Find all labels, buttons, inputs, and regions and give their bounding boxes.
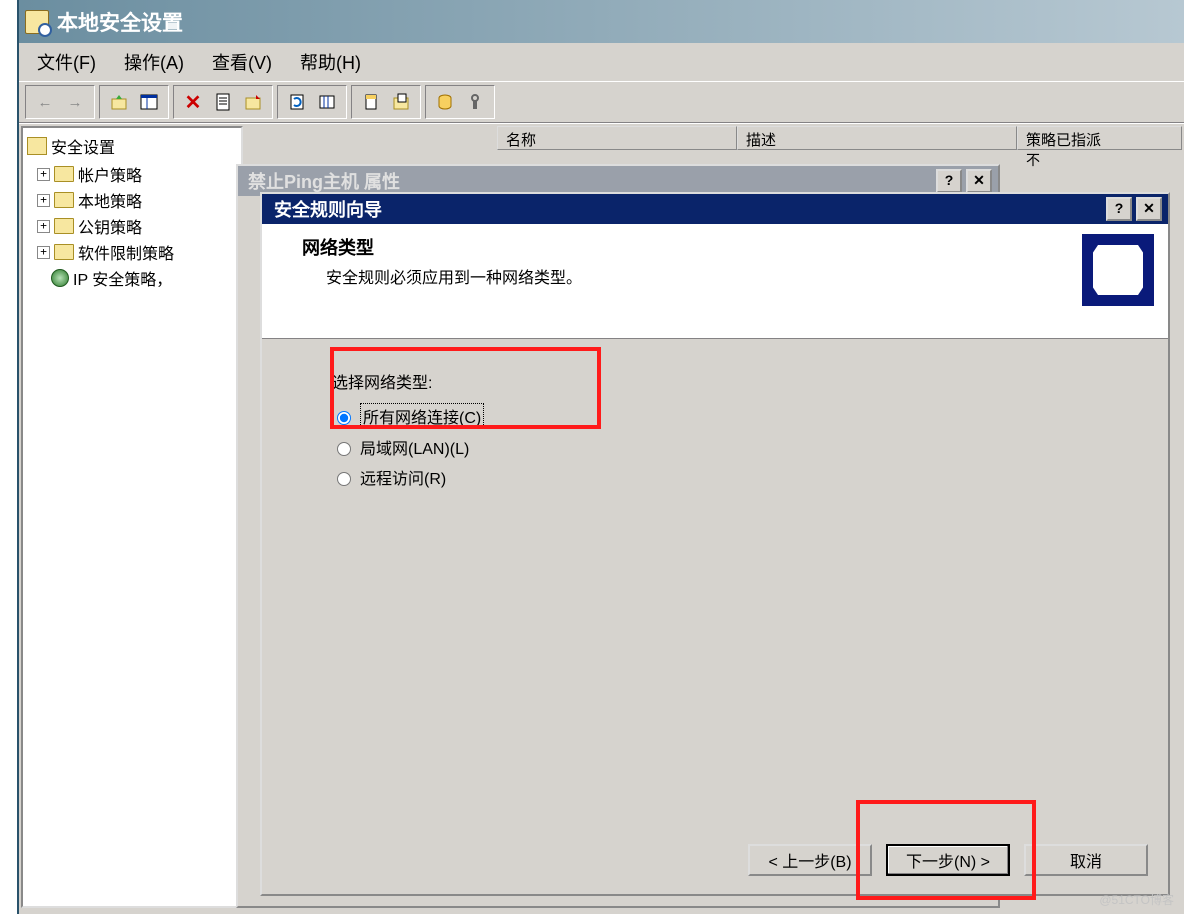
menu-view[interactable]: 查看(V) (212, 49, 272, 75)
group-label: 选择网络类型: (332, 369, 1098, 393)
tree-item-local[interactable]: + 本地策略 (37, 188, 237, 212)
expander-icon[interactable]: + (37, 220, 50, 233)
wizard-titlebar[interactable]: 安全规则向导 ? ✕ (262, 194, 1168, 224)
doc-open-icon[interactable] (388, 89, 414, 115)
wizard-footer: < 上一步(B) 下一步(N) > 取消 (748, 844, 1148, 876)
refresh-icon[interactable] (284, 89, 310, 115)
radio-lan[interactable]: 局域网(LAN)(L) (332, 435, 1098, 459)
radio-remote[interactable]: 远程访问(R) (332, 465, 1098, 489)
wizard-heading: 网络类型 (302, 234, 582, 260)
close-button[interactable]: ✕ (1136, 197, 1162, 221)
tree-item-software[interactable]: + 软件限制策略 (37, 240, 237, 264)
forward-button[interactable]: → (62, 89, 88, 115)
panels-icon[interactable] (136, 89, 162, 115)
delete-button[interactable]: ✕ (180, 89, 206, 115)
menu-file[interactable]: 文件(F) (37, 49, 96, 75)
help-button[interactable]: ? (1106, 197, 1132, 221)
folder-icon (54, 192, 74, 208)
cancel-button[interactable]: 取消 (1024, 844, 1148, 876)
radio-all-input[interactable] (337, 411, 351, 425)
app-titlebar: 本地安全设置 (19, 0, 1184, 43)
wizard-header: 网络类型 安全规则必须应用到一种网络类型。 (262, 224, 1168, 339)
menubar: 文件(F) 操作(A) 查看(V) 帮助(H) (19, 43, 1184, 81)
shield-folder-icon (27, 137, 47, 155)
radio-lan-input[interactable] (337, 442, 351, 456)
expander-icon[interactable]: + (37, 168, 50, 181)
back-button[interactable]: < 上一步(B) (748, 844, 872, 876)
properties-icon[interactable] (210, 89, 236, 115)
folder-icon (54, 218, 74, 234)
globe-icon (51, 269, 69, 287)
next-button[interactable]: 下一步(N) > (886, 844, 1010, 876)
watermark: @51CTO博客 (1099, 891, 1174, 908)
expander-icon[interactable]: + (37, 246, 50, 259)
columns-icon[interactable] (314, 89, 340, 115)
tree-root[interactable]: 安全设置 (27, 134, 237, 158)
col-name[interactable]: 名称 (497, 126, 737, 150)
wizard-subheading: 安全规则必须应用到一种网络类型。 (326, 264, 582, 288)
toolbar: ← → ✕ (19, 81, 1184, 123)
tree-item-ipsec[interactable]: IP 安全策略， (51, 266, 237, 290)
tree-item-account[interactable]: + 帐户策略 (37, 162, 237, 186)
menu-help[interactable]: 帮助(H) (300, 49, 361, 75)
expander-icon[interactable]: + (37, 194, 50, 207)
close-button[interactable]: ✕ (966, 169, 992, 193)
col-policy[interactable]: 策略已指派 不 (1017, 126, 1182, 150)
doc-icon[interactable] (358, 89, 384, 115)
help-button[interactable]: ? (936, 169, 962, 193)
tool-icon[interactable] (462, 89, 488, 115)
wizard-dialog: 安全规则向导 ? ✕ 网络类型 安全规则必须应用到一种网络类型。 选择网络类型:… (260, 192, 1170, 896)
app-title: 本地安全设置 (57, 7, 183, 37)
folder-icon (54, 244, 74, 260)
db-icon[interactable] (432, 89, 458, 115)
scroll-icon (1093, 245, 1143, 295)
up-folder-icon[interactable] (106, 89, 132, 115)
col-desc[interactable]: 描述 (737, 126, 1017, 150)
tree-item-pubkey[interactable]: + 公钥策略 (37, 214, 237, 238)
folder-icon (54, 166, 74, 182)
app-icon (25, 10, 49, 34)
export-icon[interactable] (240, 89, 266, 115)
treeview[interactable]: 安全设置 + 帐户策略 + 本地策略 + 公钥策略 + 软件限制策略 (21, 126, 243, 908)
back-button[interactable]: ← (32, 89, 58, 115)
radio-remote-input[interactable] (337, 472, 351, 486)
radio-all-networks[interactable]: 所有网络连接(C) (332, 403, 1098, 429)
banner-icon (1082, 234, 1154, 306)
menu-action[interactable]: 操作(A) (124, 49, 184, 75)
